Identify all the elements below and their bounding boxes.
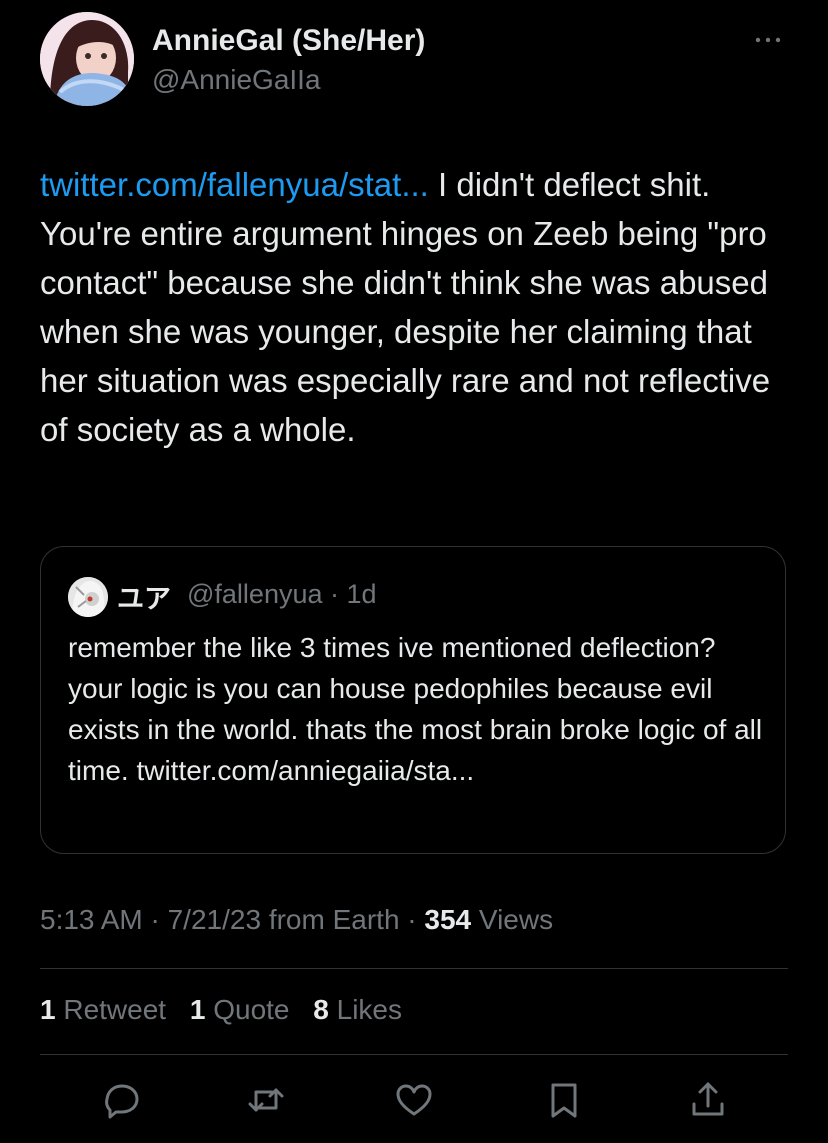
author-handle[interactable]: @AnnieGaIIa (152, 64, 321, 96)
share-icon[interactable] (688, 1080, 728, 1120)
likes-label: Likes (336, 994, 403, 1025)
retweets-stat[interactable]: 1 Retweet (40, 994, 166, 1025)
views-label: Views (471, 904, 554, 935)
quotes-count: 1 (189, 994, 206, 1025)
author-display-name[interactable]: AnnieGal (She/Her) (152, 24, 425, 58)
tweet-meta: 5:13 AM · 7/21/23 from Earth · 354 Views (40, 904, 553, 936)
author-avatar[interactable] (40, 12, 134, 106)
quoted-tweet-card[interactable]: ユア @fallenyua · 1d remember the like 3 t… (40, 546, 786, 854)
more-icon[interactable] (748, 28, 788, 52)
engagement-stats: 1 Retweet 1 Quote 8 Likes (40, 994, 418, 1026)
avatar-image (40, 12, 134, 106)
retweet-icon[interactable] (246, 1080, 286, 1120)
bookmark-icon[interactable] (544, 1080, 584, 1120)
quotes-label: Quote (213, 994, 290, 1025)
quote-author-meta: @fallenyua · 1d (187, 579, 377, 609)
quotes-stat[interactable]: 1 Quote (190, 994, 290, 1025)
divider (40, 968, 788, 969)
likes-count: 8 (313, 994, 329, 1025)
tweet-text: twitter.com/fallenyua/stat... I didn't d… (40, 160, 800, 454)
quote-author-avatar (68, 577, 108, 617)
retweets-count: 1 (40, 994, 56, 1025)
likes-stat[interactable]: 8 Likes (313, 994, 402, 1025)
retweets-label: Retweet (63, 994, 167, 1025)
views-count: 354 (424, 904, 472, 935)
quote-author-name: ユア (117, 584, 171, 614)
tweet-link[interactable]: twitter.com/fallenyua/stat... (40, 166, 429, 203)
like-icon[interactable] (394, 1080, 434, 1120)
reply-icon[interactable] (102, 1080, 142, 1120)
quote-text: remember the like 3 times ive mentioned … (68, 632, 763, 786)
divider (40, 1054, 788, 1055)
tweet-body: I didn't deflect shit. You're entire arg… (40, 166, 771, 448)
tweet-timestamp: 5:13 AM · 7/21/23 from Earth · (40, 904, 425, 935)
